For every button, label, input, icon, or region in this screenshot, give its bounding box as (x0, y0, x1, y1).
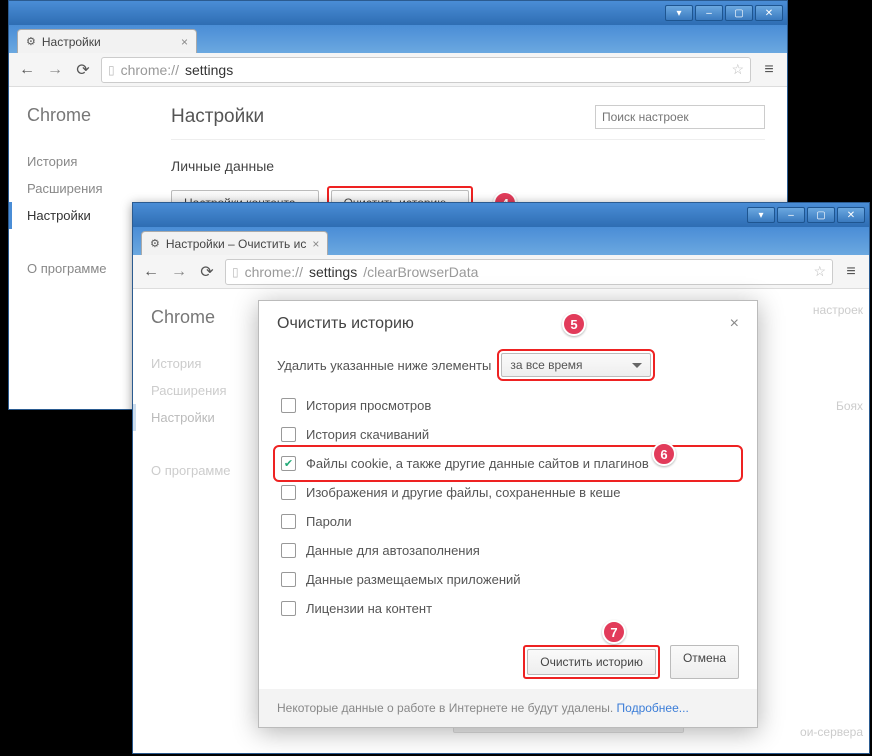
page-title: Настройки (171, 106, 264, 128)
url-host: settings (185, 62, 233, 78)
checkbox-row[interactable]: История просмотров (277, 391, 739, 420)
callout-6: 6 (652, 442, 676, 466)
sidebar-item-about[interactable]: О программе (27, 255, 149, 282)
sidebar-item-history: История (151, 350, 273, 377)
sidebar-item-settings[interactable]: Настройки (9, 202, 149, 229)
checkbox-label: История скачиваний (306, 427, 429, 442)
tab-title: Настройки – Очистить ис (166, 237, 306, 251)
checkbox[interactable] (281, 427, 296, 442)
sidebar-dimmed: Chrome История Расширения Настройки О пр… (133, 289, 273, 729)
reload-button[interactable]: ⟳ (73, 60, 93, 80)
checkbox-row[interactable]: Данные размещаемых приложений (277, 565, 739, 594)
dim-partial-1: Боях (836, 399, 863, 413)
url-prefix: chrome:// (245, 264, 303, 280)
checkbox[interactable] (281, 601, 296, 616)
checkbox-label: История просмотров (306, 398, 431, 413)
cancel-button[interactable]: Отмена (670, 645, 739, 679)
sidebar-item-extensions: Расширения (151, 377, 273, 404)
maximize-button[interactable]: ▢ (807, 207, 835, 223)
section-personal-data: Личные данные (171, 158, 765, 174)
note-text: Некоторые данные о работе в Интернете не… (277, 701, 617, 715)
tabstrip: ⚙ Настройки × (9, 25, 787, 53)
tabstrip: ⚙ Настройки – Очистить ис × (133, 227, 869, 255)
checkbox-label: Лицензии на контент (306, 601, 432, 616)
forward-button[interactable]: → (169, 262, 189, 282)
checkbox-label: Данные размещаемых приложений (306, 572, 521, 587)
menu-button[interactable]: ≡ (841, 262, 861, 282)
dim-search-suffix: настроек (813, 303, 863, 317)
dialog-close-icon[interactable]: × (730, 315, 739, 333)
checkbox-label: Файлы cookie, а также другие данные сайт… (306, 456, 649, 471)
window2-titlebar: ▾ – ▢ ✕ (133, 203, 869, 227)
checkbox[interactable] (281, 514, 296, 529)
sidebar: Chrome История Расширения Настройки О пр… (9, 87, 149, 385)
gear-icon: ⚙ (26, 35, 36, 48)
back-button[interactable]: ← (17, 60, 37, 80)
learn-more-link[interactable]: Подробнее... (617, 701, 689, 715)
tab-close-icon[interactable]: × (181, 35, 188, 49)
tab-settings[interactable]: ⚙ Настройки × (17, 29, 197, 53)
minimize-button[interactable]: – (695, 5, 723, 21)
close-button[interactable]: ✕ (755, 5, 783, 21)
page-icon: ▯ (108, 63, 115, 77)
page-icon: ▯ (232, 265, 239, 279)
bookmark-star-icon[interactable]: ☆ (731, 61, 744, 78)
clear-history-confirm-button[interactable]: Очистить историю (527, 649, 656, 675)
bookmark-star-icon[interactable]: ☆ (813, 263, 826, 280)
search-settings-input[interactable] (595, 105, 765, 129)
checkbox[interactable] (281, 543, 296, 558)
back-button[interactable]: ← (141, 262, 161, 282)
dialog-prompt: Удалить указанные ниже элементы (277, 358, 491, 373)
toolbar: ← → ⟳ ▯ chrome:// settings ☆ ≡ (9, 53, 787, 87)
close-button[interactable]: ✕ (837, 207, 865, 223)
dialog-title: Очистить историю (277, 315, 414, 333)
minimize-button[interactable]: – (777, 207, 805, 223)
callout-5: 5 (562, 312, 586, 336)
url-host: settings (309, 264, 357, 280)
dialog-footer-note: Некоторые данные о работе в Интернете не… (259, 689, 757, 727)
checkbox[interactable] (281, 398, 296, 413)
sidebar-item-about: О программе (151, 457, 273, 484)
callout-7: 7 (602, 620, 626, 644)
user-icon[interactable]: ▾ (665, 5, 693, 21)
checkbox[interactable] (281, 572, 296, 587)
window1-titlebar: ▾ – ▢ ✕ (9, 1, 787, 25)
toolbar: ← → ⟳ ▯ chrome:// settings/clearBrowserDa… (133, 255, 869, 289)
sidebar-item-settings: Настройки (133, 404, 273, 431)
brand: Chrome (151, 307, 273, 328)
tab-close-icon[interactable]: × (312, 237, 319, 251)
forward-button[interactable]: → (45, 60, 65, 80)
checkbox[interactable] (281, 485, 296, 500)
user-icon[interactable]: ▾ (747, 207, 775, 223)
tab-clear-data[interactable]: ⚙ Настройки – Очистить ис × (141, 231, 328, 255)
chevron-down-icon (632, 363, 642, 368)
url-path: /clearBrowserData (363, 264, 478, 280)
checkbox-row[interactable]: Изображения и другие файлы, сохраненные … (277, 478, 739, 507)
brand: Chrome (27, 105, 149, 126)
checkbox-label: Данные для автозаполнения (306, 543, 480, 558)
checkbox-row[interactable]: Лицензии на контент (277, 594, 739, 623)
sidebar-item-history[interactable]: История (27, 148, 149, 175)
maximize-button[interactable]: ▢ (725, 5, 753, 21)
checkbox-row[interactable]: Пароли (277, 507, 739, 536)
gear-icon: ⚙ (150, 237, 160, 250)
checkbox-row[interactable]: Данные для автозаполнения (277, 536, 739, 565)
time-range-select[interactable]: за все время (501, 353, 651, 377)
checkbox-label: Пароли (306, 514, 352, 529)
sidebar-item-extensions[interactable]: Расширения (27, 175, 149, 202)
url-prefix: chrome:// (121, 62, 179, 78)
checkbox-label: Изображения и другие файлы, сохраненные … (306, 485, 620, 500)
address-bar[interactable]: ▯ chrome:// settings ☆ (101, 57, 751, 83)
checkbox-checked[interactable]: ✔ (281, 456, 296, 471)
tab-title: Настройки (42, 35, 101, 49)
address-bar[interactable]: ▯ chrome:// settings/clearBrowserData ☆ (225, 259, 833, 285)
reload-button[interactable]: ⟳ (197, 262, 217, 282)
dim-partial-2: ои-сервера (800, 725, 863, 739)
time-range-value: за все время (510, 358, 582, 372)
menu-button[interactable]: ≡ (759, 60, 779, 80)
